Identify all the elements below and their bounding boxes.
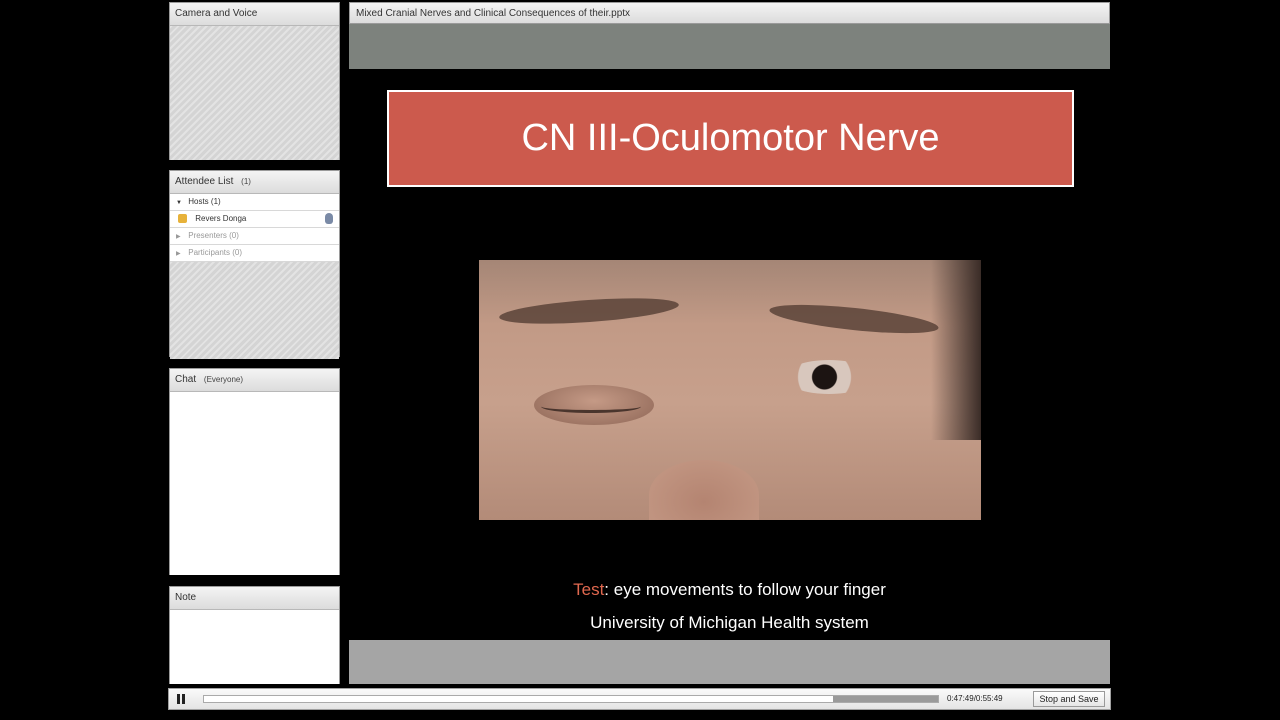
chat-pod: Chat (Everyone)	[169, 368, 340, 575]
playback-scrubber[interactable]	[203, 695, 939, 703]
group-label: Participants (0)	[188, 248, 243, 257]
collapsed-triangle-icon: ▶	[176, 234, 181, 240]
photo-right-brow	[768, 299, 940, 339]
slide-title-text: CN III-Oculomotor Nerve	[521, 117, 940, 159]
attendee-user-row[interactable]: Revers Donga	[170, 211, 339, 228]
group-label: Hosts (1)	[188, 197, 221, 206]
attendee-group-hosts[interactable]: ▼ Hosts (1)	[170, 194, 339, 211]
microphone-icon	[325, 213, 333, 224]
chat-title: Chat	[175, 374, 197, 385]
attendee-list-pod: Attendee List (1) ▼ Hosts (1) Revers Don…	[169, 170, 340, 359]
photo-left-brow	[498, 293, 680, 329]
pause-icon[interactable]	[175, 693, 187, 705]
playback-time: 0:47:49/0:55:49	[947, 694, 1003, 703]
stop-and-save-button[interactable]: Stop and Save	[1033, 691, 1105, 707]
share-pod-header: Mixed Cranial Nerves and Clinical Conseq…	[349, 2, 1110, 24]
photo-left-eye-line	[541, 400, 641, 413]
test-text: : eye movements to follow your finger	[604, 580, 886, 599]
attendee-name: Revers Donga	[195, 214, 247, 223]
attendee-empty-area	[170, 262, 339, 359]
photo-nose	[649, 460, 759, 520]
note-title: Note	[175, 592, 197, 603]
playback-bar: 0:47:49/0:55:49 Stop and Save	[168, 688, 1111, 710]
attendee-list-header: Attendee List (1)	[170, 171, 339, 194]
playback-remaining	[833, 696, 938, 702]
credit-caption: University of Michigan Health system	[590, 613, 869, 632]
note-header: Note	[170, 587, 339, 610]
camera-voice-header: Camera and Voice	[170, 3, 339, 26]
photo-hair	[931, 260, 981, 440]
host-lock-icon	[178, 214, 187, 224]
chat-messages-area[interactable]	[170, 392, 339, 575]
camera-voice-pod: Camera and Voice	[169, 2, 340, 160]
attendee-list-title: Attendee List	[175, 176, 234, 187]
camera-area	[170, 26, 339, 160]
photo-right-eye	[784, 360, 874, 394]
group-label: Presenters (0)	[188, 231, 239, 240]
camera-voice-title: Camera and Voice	[175, 8, 258, 19]
slide-title: CN III-Oculomotor Nerve	[387, 90, 1074, 187]
expanded-triangle-icon: ▼	[176, 200, 182, 206]
note-pod: Note	[169, 586, 340, 684]
share-top-bar	[349, 24, 1110, 69]
test-keyword: Test	[573, 580, 605, 599]
collapsed-triangle-icon: ▶	[176, 251, 181, 257]
chat-scope: (Everyone)	[203, 375, 244, 384]
attendee-count: (1)	[241, 177, 251, 186]
attendee-group-participants[interactable]: ▶ Participants (0)	[170, 245, 339, 262]
note-body[interactable]	[170, 610, 339, 684]
chat-header: Chat (Everyone)	[170, 369, 339, 392]
patient-eye-photo	[479, 260, 981, 520]
share-pod-title: Mixed Cranial Nerves and Clinical Conseq…	[356, 8, 631, 19]
test-caption: Test: eye movements to follow your finge…	[349, 580, 1110, 600]
playback-progress-fill	[204, 696, 834, 702]
attendee-group-presenters[interactable]: ▶ Presenters (0)	[170, 228, 339, 245]
share-bottom-bar	[349, 640, 1110, 684]
